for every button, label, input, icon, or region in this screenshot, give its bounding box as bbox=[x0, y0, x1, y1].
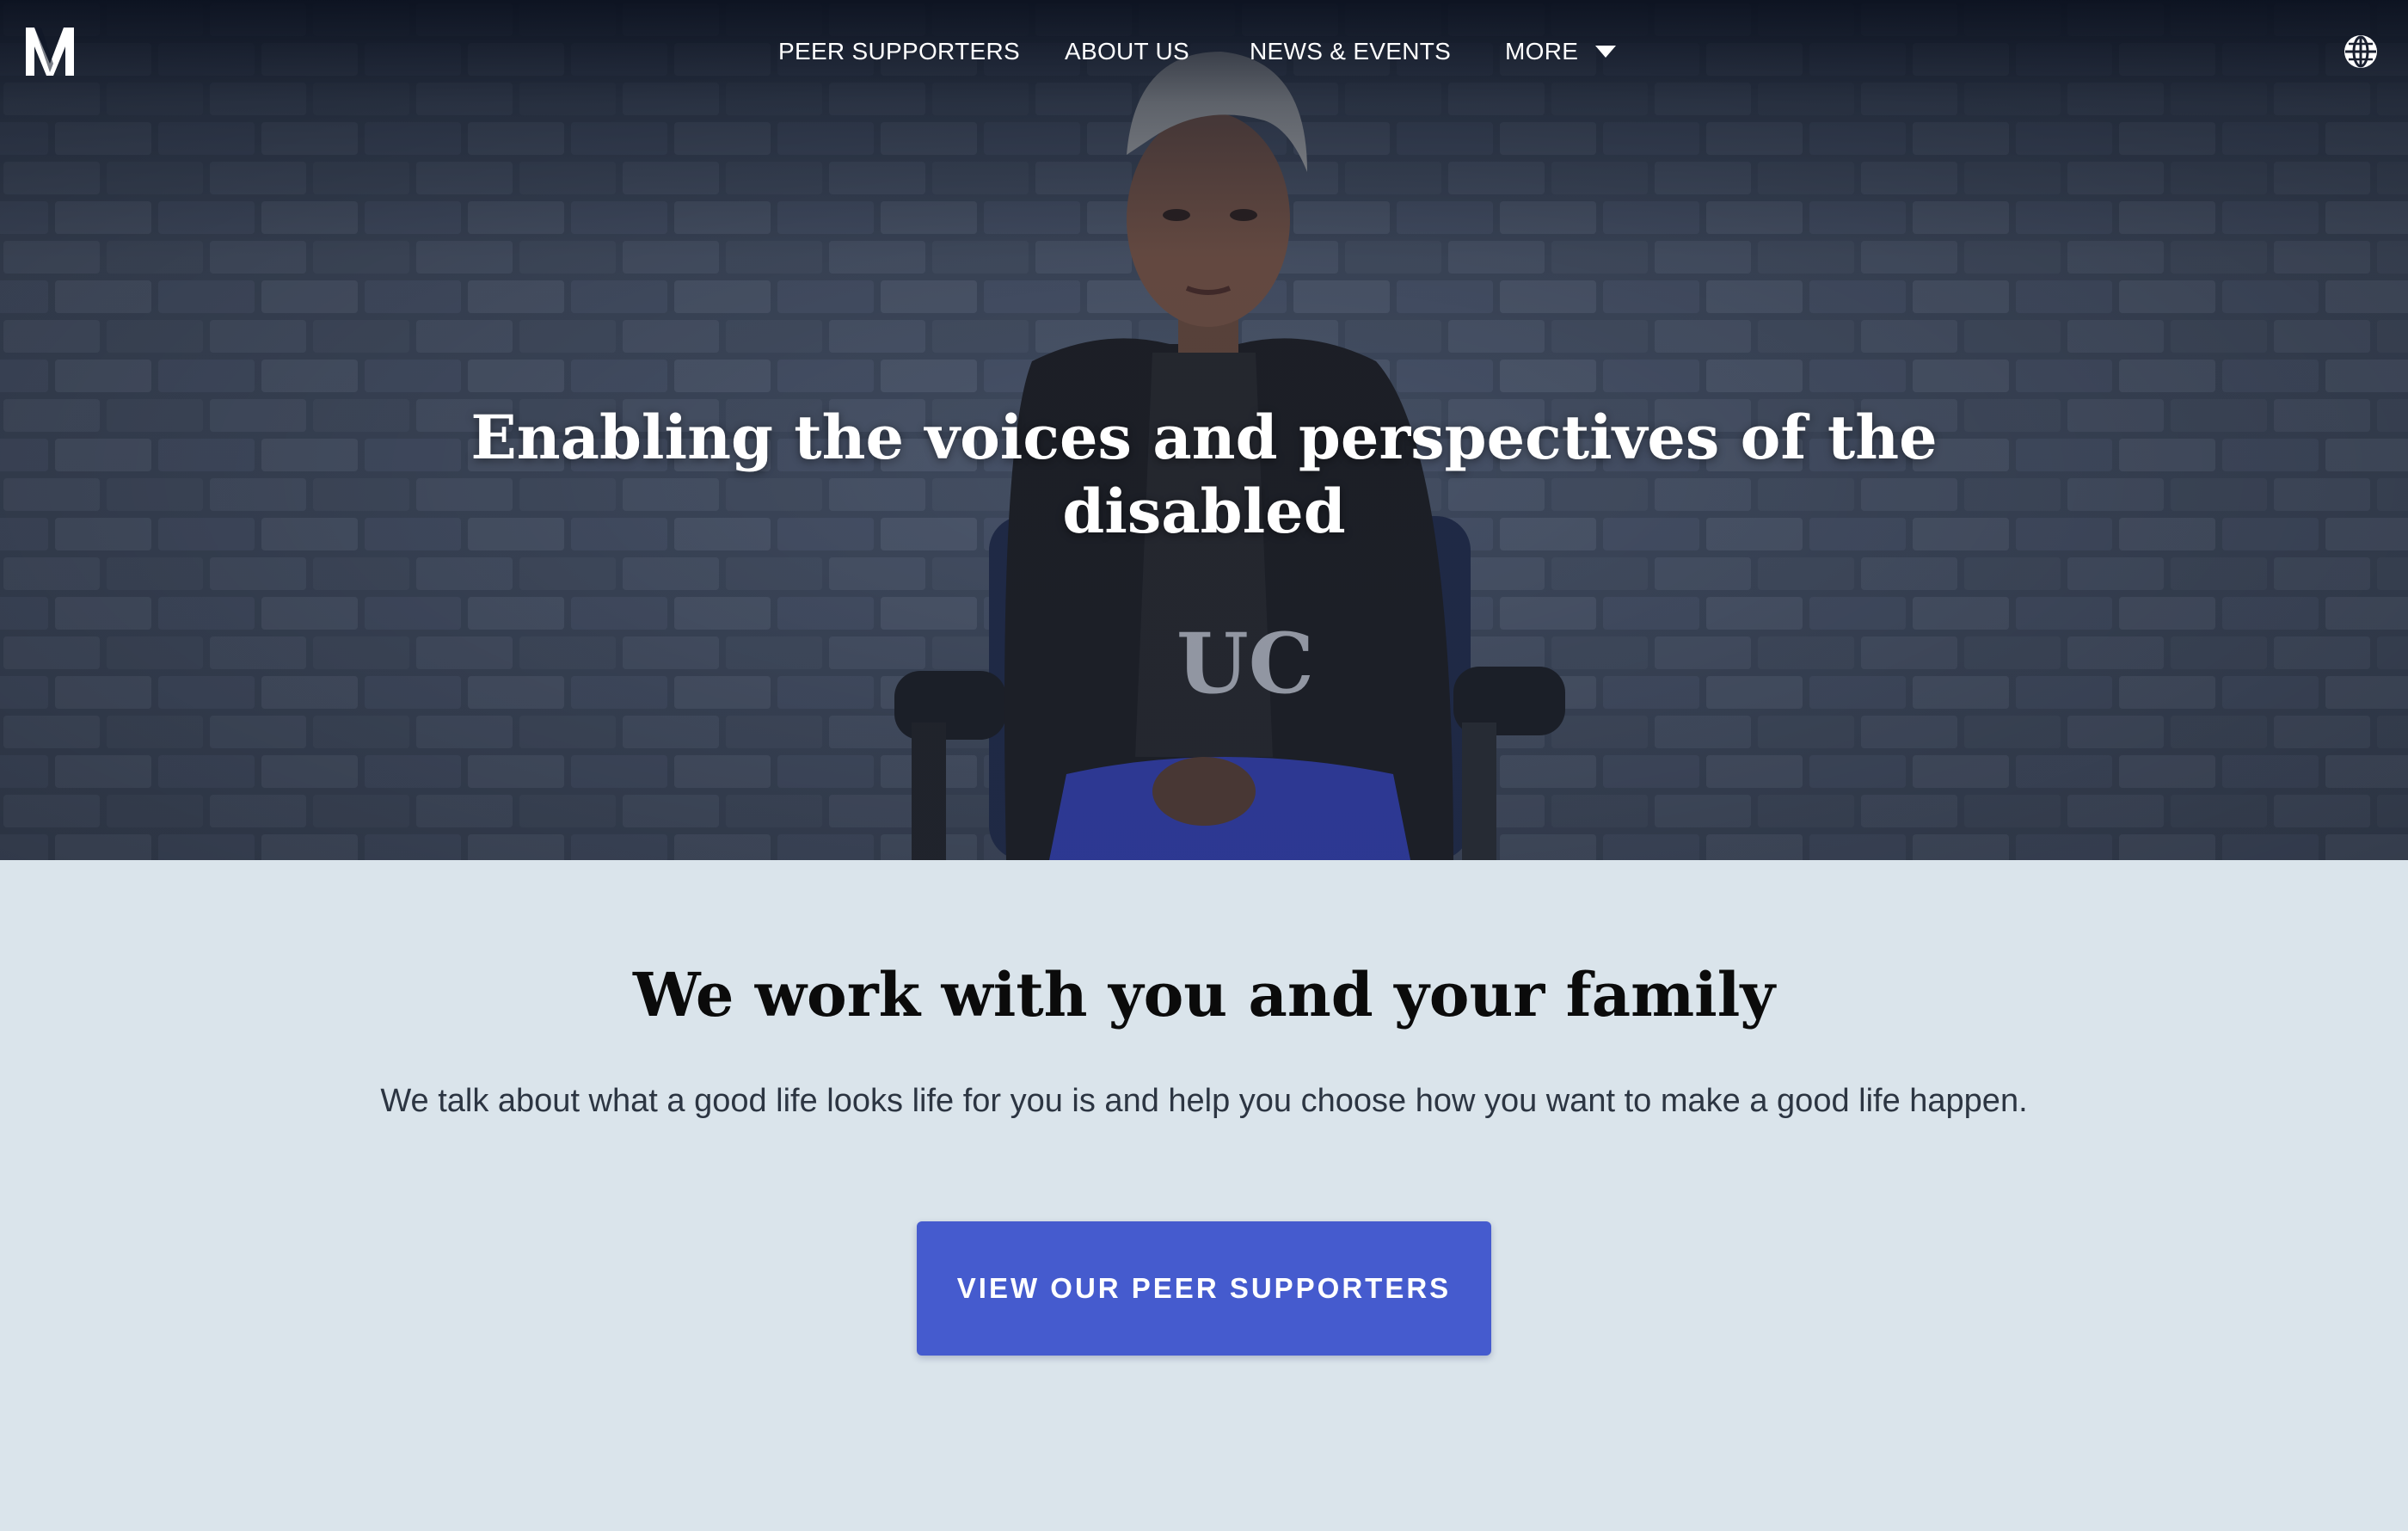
hero-title: Enabling the voices and perspectives of … bbox=[470, 402, 1938, 547]
chevron-down-icon[interactable] bbox=[1595, 46, 1616, 58]
logo-icon[interactable] bbox=[24, 24, 76, 79]
globe-icon[interactable] bbox=[2342, 33, 2380, 71]
nav-peer-supporters[interactable]: PEER SUPPORTERS bbox=[778, 34, 1020, 69]
hero-banner: UC Enabling the voices and perspectives … bbox=[0, 0, 2408, 860]
nav-news-events[interactable]: NEWS & EVENTS bbox=[1250, 34, 1451, 69]
nav-more[interactable]: MORE bbox=[1505, 34, 1578, 69]
nav-about-us[interactable]: ABOUT US bbox=[1065, 34, 1189, 69]
section-description: We talk about what a good life looks lif… bbox=[380, 1083, 2028, 1119]
view-peer-supporters-button[interactable]: VIEW OUR PEER SUPPORTERS bbox=[917, 1221, 1491, 1356]
section-title: We work with you and your family bbox=[632, 959, 1776, 1030]
intro-section: We work with you and your family We talk… bbox=[0, 860, 2408, 1531]
top-navigation: PEER SUPPORTERS ABOUT US NEWS & EVENTS M… bbox=[0, 0, 2408, 103]
